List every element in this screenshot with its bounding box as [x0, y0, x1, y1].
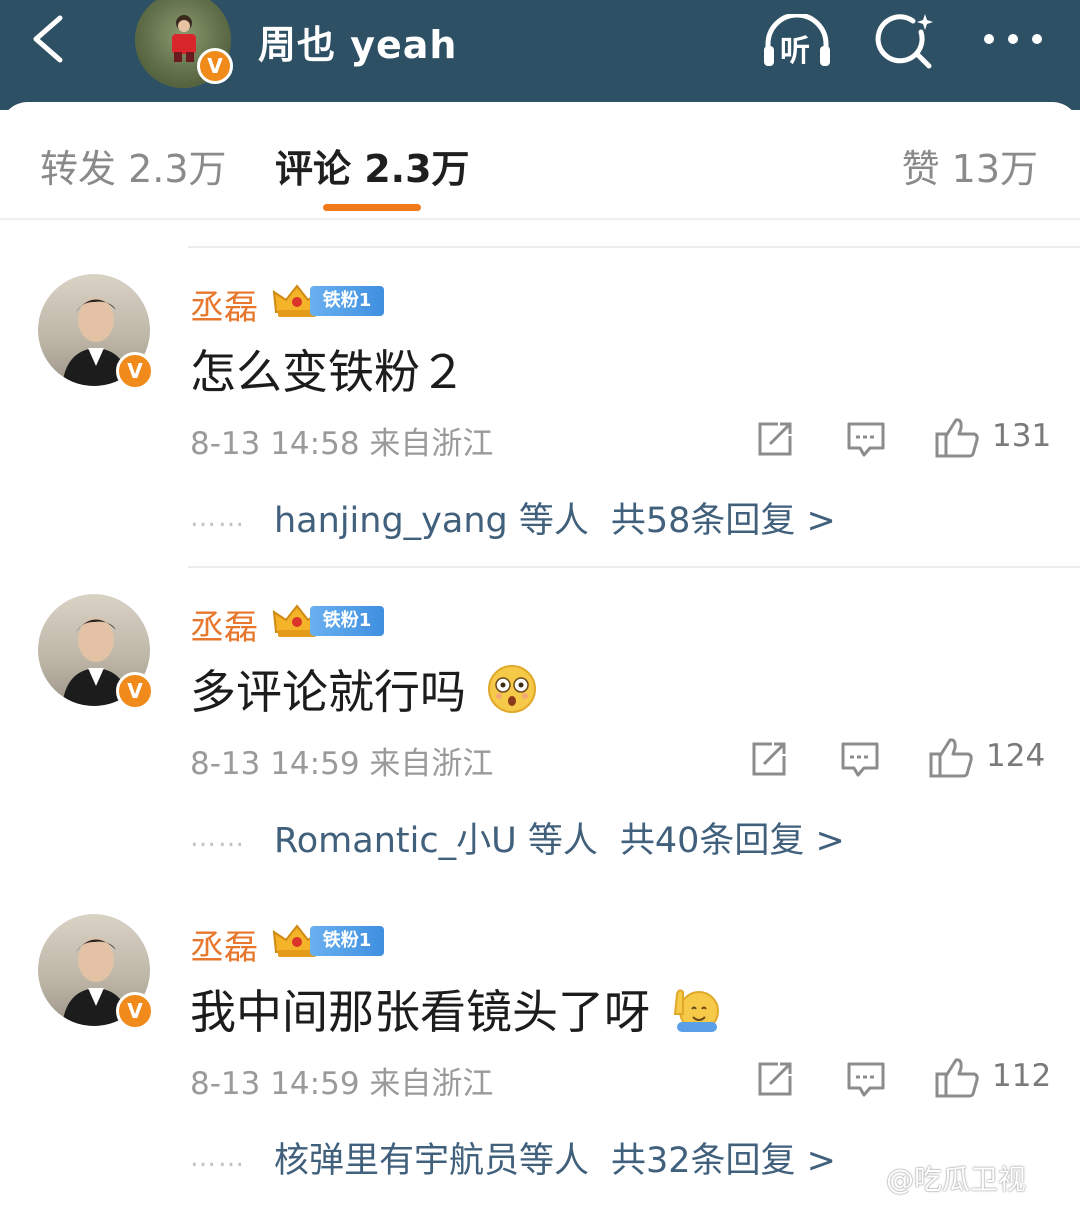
listen-button[interactable]: 听 [760, 12, 834, 70]
like-count: 112 [992, 1058, 1052, 1094]
comment-item: V 丞磊 铁粉1 怎么变铁粉２ 8-13 14:58 来自浙江 131 …… ha… [0, 246, 1080, 566]
reply-total: 共58条回复 > [610, 501, 836, 541]
fan-level-badge: 铁粉1 [272, 602, 384, 638]
comment-body: 怎么变铁粉２ [190, 345, 466, 399]
back-arrow-icon[interactable] [28, 14, 68, 64]
comment-text: 我中间那张看镜头了呀 [190, 976, 721, 1042]
comment-item: V 丞磊 铁粉1 多评论就行吗 8-13 14:59 来自浙江 124 …… R… [0, 566, 1080, 886]
comment-author[interactable]: 丞磊 [190, 920, 258, 969]
commenter-avatar[interactable]: V [38, 274, 154, 390]
reply-users: hanjing_yang 等人 [274, 501, 589, 541]
verified-badge-icon: V [116, 352, 154, 390]
thumbs-up-icon[interactable] [934, 1056, 980, 1100]
comment-time-location: 8-13 14:59 来自浙江 [190, 746, 494, 782]
child-figure-icon [172, 15, 196, 62]
divider [188, 566, 1080, 568]
share-icon[interactable] [750, 736, 788, 780]
more-options-icon[interactable] [980, 24, 1046, 54]
thumbs-up-icon[interactable] [934, 416, 980, 460]
tab-reposts[interactable]: 转发 2.3万 [40, 138, 227, 193]
thumbs-up-icon[interactable] [928, 736, 974, 780]
search-icon[interactable] [875, 12, 937, 70]
reply-users: Romantic_小U 等人 [274, 821, 598, 861]
replies-link[interactable]: …… Romantic_小U 等人 共40条回复 > [190, 812, 845, 863]
verified-badge-icon: V [197, 48, 233, 84]
reply-icon[interactable] [846, 1056, 886, 1100]
comment-time-location: 8-13 14:58 来自浙江 [190, 426, 494, 462]
fan-level-label: 铁粉1 [310, 286, 384, 316]
verified-badge-icon: V [116, 672, 154, 710]
fan-level-label: 铁粉1 [310, 926, 384, 956]
watermark: @吃瓜卫视 [886, 1163, 1027, 1196]
share-icon[interactable] [756, 1056, 794, 1100]
top-bar: V 周也 yeah 听 [0, 0, 1080, 110]
astonished-face-icon [487, 665, 536, 713]
divider [188, 246, 1080, 248]
reply-dots: …… [190, 503, 246, 533]
active-tab-indicator [323, 204, 421, 211]
tab-comments[interactable]: 评论 2.3万 [275, 138, 470, 193]
comment-body: 多评论就行吗 [190, 665, 466, 719]
comment-author[interactable]: 丞磊 [190, 280, 258, 329]
listen-label: 听 [780, 34, 810, 69]
verified-badge-icon: V [116, 992, 154, 1030]
reply-dots: …… [190, 1143, 246, 1173]
reply-icon[interactable] [840, 736, 880, 780]
account-name[interactable]: 周也 yeah [258, 14, 457, 69]
like-count: 124 [986, 738, 1046, 774]
commenter-avatar[interactable]: V [38, 914, 154, 1030]
account-avatar[interactable]: V [135, 0, 233, 88]
fan-level-label: 铁粉1 [310, 606, 384, 636]
raising-hand-face-icon [673, 989, 719, 1032]
reply-icon[interactable] [846, 416, 886, 460]
like-count: 131 [992, 418, 1052, 454]
comment-body: 我中间那张看镜头了呀 [190, 985, 650, 1039]
comment-text: 多评论就行吗 [190, 656, 537, 722]
commenter-avatar[interactable]: V [38, 594, 154, 710]
share-icon[interactable] [756, 416, 794, 460]
fan-level-badge: 铁粉1 [272, 282, 384, 318]
reply-total: 共40条回复 > [619, 821, 845, 861]
fan-level-badge: 铁粉1 [272, 922, 384, 958]
reply-dots: …… [190, 823, 246, 853]
comment-time-location: 8-13 14:59 来自浙江 [190, 1066, 494, 1102]
replies-link[interactable]: …… 核弹里有宇航员等人 共32条回复 > [190, 1132, 836, 1183]
tab-likes[interactable]: 赞 13万 [902, 138, 1038, 193]
replies-link[interactable]: …… hanjing_yang 等人 共58条回复 > [190, 492, 836, 543]
comment-author[interactable]: 丞磊 [190, 600, 258, 649]
reply-total: 共32条回复 > [611, 1141, 837, 1181]
comment-text: 怎么变铁粉２ [190, 336, 466, 402]
tab-bar: 转发 2.3万 评论 2.3万 赞 13万 [0, 102, 1080, 220]
reply-users: 核弹里有宇航员等人 [274, 1141, 590, 1181]
